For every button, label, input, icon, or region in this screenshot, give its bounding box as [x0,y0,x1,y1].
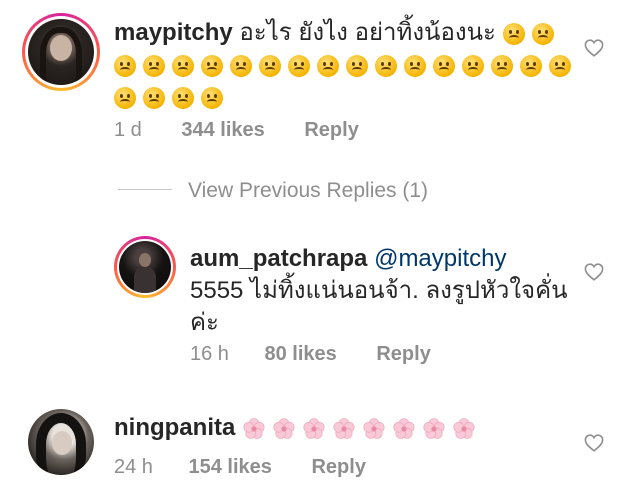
comment-username[interactable]: maypitchy [114,19,233,46]
comment-meta: 24 h 154 likes Reply [114,456,366,479]
comment-text: อะไร ยังไง อย่าทิ้งน้องนะ [239,19,496,46]
cherry-blossom-emoji [243,417,265,439]
worried-face-emoji [404,54,426,77]
mention-link[interactable]: @maypitchy [374,245,506,272]
avatar [28,19,94,85]
cherry-blossom-emoji [393,417,415,439]
avatar[interactable] [28,409,94,475]
comment-text-continued: ค่ะ [190,309,219,336]
comment-likes[interactable]: 80 likes [265,343,337,365]
worried-face-emoji [172,54,194,77]
avatar-story-ring[interactable] [114,236,176,298]
worried-face-emoji [462,54,484,77]
cherry-blossom-emoji [453,417,475,439]
worried-face-emoji [375,54,397,77]
worried-face-emoji [201,54,223,77]
emoji-row [242,414,482,441]
worried-face-emoji [317,54,339,77]
comment-meta: 1 d 344 likes Reply [114,119,359,142]
cherry-blossom-emoji [363,417,385,439]
worried-face-emoji [520,54,542,77]
worried-face-emoji [143,86,165,109]
comment-body: aum_patchrapa @maypitchy 5555 ไม่ทิ้งแน่… [190,243,580,339]
comment-time: 1 d [114,119,142,141]
comment-likes[interactable]: 344 likes [181,119,264,141]
worried-face-emoji [201,86,223,109]
worried-face-emoji [502,22,525,45]
comment-time: 16 h [190,343,229,365]
cherry-blossom-emoji [303,417,325,439]
comment-username[interactable]: aum_patchrapa [190,245,367,272]
worried-face-emoji [172,86,194,109]
worried-face-emoji [143,54,165,77]
comment-body: ningpanita [114,412,534,444]
worried-face-emoji [114,86,136,109]
comment-body: maypitchy อะไร ยังไง อย่าทิ้งน้องนะ [114,17,584,113]
cherry-blossom-emoji [273,417,295,439]
cherry-blossom-emoji [423,417,445,439]
reply-button[interactable]: Reply [376,343,430,365]
worried-face-emoji [433,54,455,77]
comment-username[interactable]: ningpanita [114,414,235,441]
worried-face-emoji [288,54,310,77]
worried-face-emoji [259,54,281,77]
worried-face-emoji [491,54,513,77]
comment-likes[interactable]: 154 likes [189,456,272,478]
view-previous-replies-link[interactable]: View Previous Replies (1) [188,179,428,203]
heart-icon[interactable] [584,39,604,57]
comment-time: 24 h [114,456,153,478]
comment-text: 5555 ไม่ทิ้งแน่นอนจ้า. ลงรูปหัวใจคั่น [190,277,568,304]
heart-icon[interactable] [584,434,604,452]
avatar-story-ring[interactable] [22,13,100,91]
cherry-blossom-emoji [333,417,355,439]
worried-face-emoji [114,54,136,77]
reply-button[interactable]: Reply [311,456,365,478]
worried-face-emoji [346,54,368,77]
worried-face-emoji [549,54,571,77]
avatar [119,241,171,293]
worried-face-emoji [230,54,252,77]
reply-button[interactable]: Reply [304,119,358,141]
comment-meta: 16 h 80 likes Reply [190,343,431,366]
replies-divider [118,189,172,190]
heart-icon[interactable] [584,263,604,281]
worried-face-emoji [531,22,554,45]
